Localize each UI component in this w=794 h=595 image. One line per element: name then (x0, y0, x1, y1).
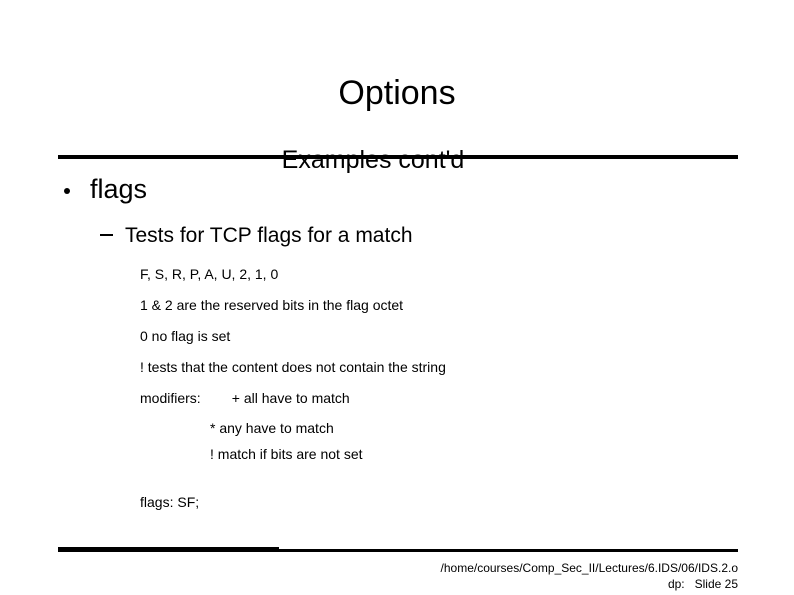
bullet-level1-flags: flags (58, 172, 738, 206)
bullet-dot-icon (64, 188, 70, 194)
slide-subtitle: Examples cont'd (281, 145, 465, 174)
detail-line-no-flag: 0 no flag is set (140, 328, 231, 344)
header-divider (58, 155, 738, 159)
bullet-dash-icon (100, 234, 113, 236)
footer: /home/courses/Comp_Sec_II/Lectures/6.IDS… (318, 560, 738, 592)
bullet-level1-label: flags (90, 174, 148, 204)
slide-canvas: Options Examples cont'd flags Tests for … (0, 0, 794, 595)
detail-line-not-contain: ! tests that the content does not contai… (140, 359, 446, 375)
bullet-level2-label: Tests for TCP flags for a match (125, 224, 413, 247)
modifier-line-not-set: ! match if bits are not set (210, 446, 363, 462)
footer-slide-number: dp: Slide 25 (667, 577, 738, 591)
bullet-level2-tests: Tests for TCP flags for a match (95, 222, 735, 250)
footer-divider-thin (277, 549, 738, 552)
footer-file-path: /home/courses/Comp_Sec_II/Lectures/6.IDS… (440, 561, 738, 575)
page-title: Options (338, 73, 456, 112)
example-line-flags-sf: flags: SF; (140, 494, 200, 510)
footer-divider-thick (58, 547, 279, 552)
detail-line-modifiers: modifiers: + all have to match (140, 390, 350, 406)
modifier-line-any: * any have to match (210, 420, 334, 436)
detail-line-reserved-bits: 1 & 2 are the reserved bits in the flag … (140, 297, 404, 313)
detail-line-flag-chars: F, S, R, P, A, U, 2, 1, 0 (140, 266, 279, 282)
